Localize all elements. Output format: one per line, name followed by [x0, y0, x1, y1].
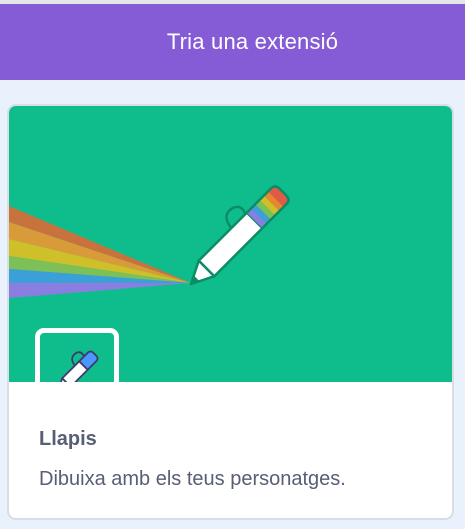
pen-icon [57, 350, 99, 382]
extension-name: Llapis [39, 428, 97, 450]
extension-description: Dibuixa amb els teus personatges. [39, 468, 346, 490]
modal-title: Tria una extensió [166, 29, 339, 54]
extension-card-pen[interactable]: Llapis Dibuixa amb els teus personatges. [7, 104, 454, 520]
extension-icon-tile [35, 328, 119, 382]
extension-banner [9, 106, 452, 382]
modal-header: Tria una extensió [0, 4, 465, 80]
